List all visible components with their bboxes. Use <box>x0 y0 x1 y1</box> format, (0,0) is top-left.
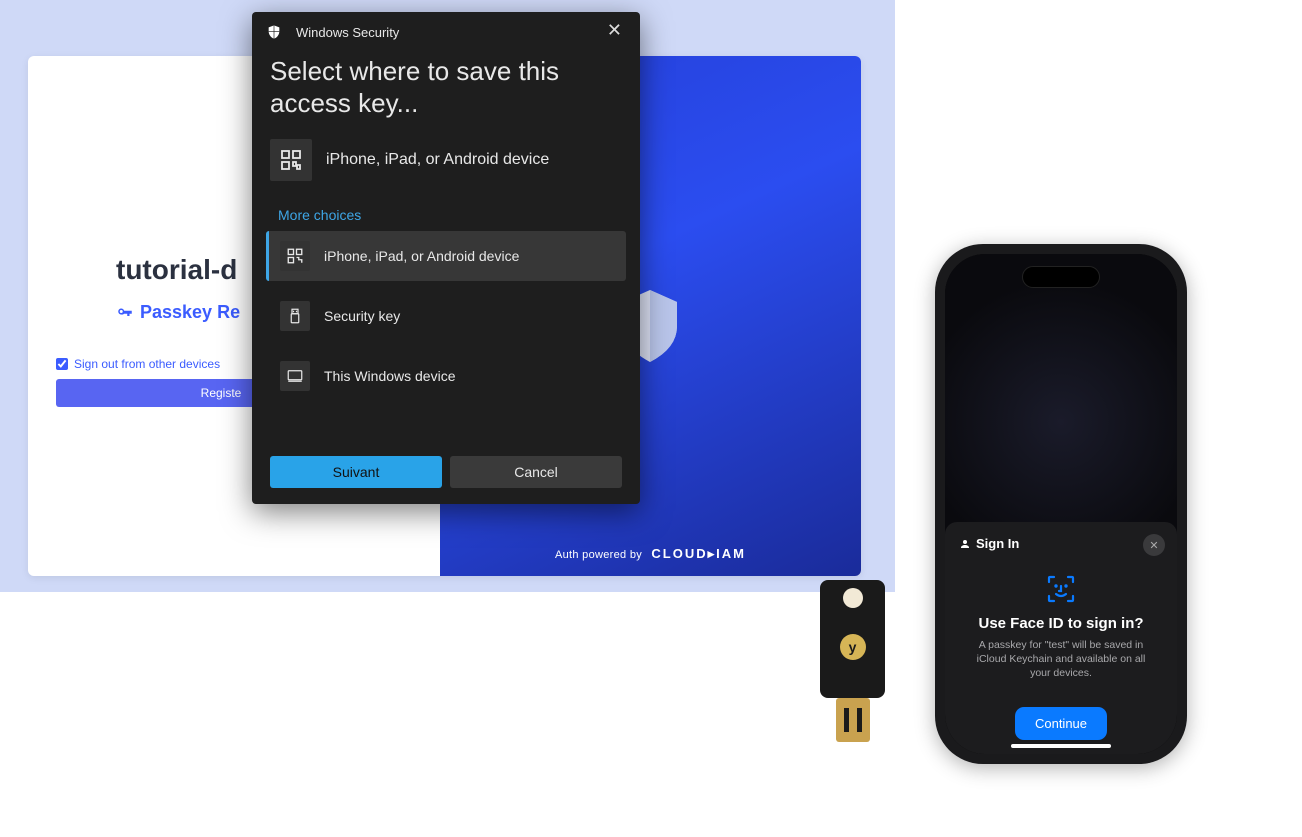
next-button[interactable]: Suivant <box>270 456 442 488</box>
footer-brand: CLOUD▸IAM <box>651 546 746 561</box>
current-option-label: iPhone, iPad, or Android device <box>326 151 549 169</box>
signout-label[interactable]: Sign out from other devices <box>74 357 220 371</box>
yubikey-device: y <box>820 580 885 742</box>
sheet-header-text: Sign In <box>976 536 1019 551</box>
yubikey-body: y <box>820 580 885 698</box>
faceid-icon <box>1045 573 1077 605</box>
auth-footer: Auth powered by CLOUD▸IAM <box>440 546 861 562</box>
choice-label: Security key <box>324 308 400 324</box>
monitor-icon <box>280 361 310 391</box>
dimmed-background <box>945 254 1177 534</box>
faceid-title: Use Face ID to sign in? <box>959 615 1163 632</box>
sheet-header: Sign In <box>959 536 1163 551</box>
signout-checkbox[interactable] <box>56 358 68 370</box>
more-choices-link[interactable]: More choices <box>252 189 640 231</box>
qr-icon <box>280 241 310 271</box>
choice-security-key[interactable]: Security key <box>266 291 626 341</box>
shield-icon <box>266 24 282 40</box>
home-indicator[interactable] <box>1011 744 1111 748</box>
iphone-device: 09:41 Sign In ✕ Use <box>935 244 1187 764</box>
key-icon <box>116 304 134 322</box>
iphone-screen: 09:41 Sign In ✕ Use <box>945 254 1177 754</box>
choice-label: This Windows device <box>324 368 456 384</box>
dialog-title: Select where to save this access key... <box>252 52 640 131</box>
choice-label: iPhone, iPad, or Android device <box>324 248 519 264</box>
qr-icon <box>270 139 312 181</box>
dialog-header: Windows Security <box>252 12 640 52</box>
person-icon <box>959 538 971 550</box>
faceid-description: A passkey for "test" will be saved in iC… <box>959 638 1163 681</box>
sheet-close-button[interactable]: ✕ <box>1143 534 1165 556</box>
choice-list: iPhone, iPad, or Android device Security… <box>252 231 640 401</box>
close-button[interactable]: ✕ <box>599 16 630 45</box>
cancel-button[interactable]: Cancel <box>450 456 622 488</box>
dialog-header-text: Windows Security <box>296 25 399 40</box>
yubikey-logo: y <box>840 634 866 660</box>
continue-button[interactable]: Continue <box>1015 707 1107 740</box>
yubikey-keyhole <box>843 588 863 608</box>
passkey-label: Passkey Re <box>140 302 240 323</box>
signin-sheet: Sign In ✕ Use Face ID to sign in? A pass… <box>945 522 1177 754</box>
current-option: iPhone, iPad, or Android device <box>252 131 640 189</box>
windows-security-dialog: Windows Security ✕ Select where to save … <box>252 12 640 504</box>
choice-mobile-device[interactable]: iPhone, iPad, or Android device <box>266 231 626 281</box>
usb-icon <box>280 301 310 331</box>
choice-this-device[interactable]: This Windows device <box>266 351 626 401</box>
dialog-buttons: Suivant Cancel <box>270 456 622 488</box>
dynamic-island <box>1022 266 1100 288</box>
yubikey-connector <box>836 698 870 742</box>
footer-prefix: Auth powered by <box>555 549 642 561</box>
